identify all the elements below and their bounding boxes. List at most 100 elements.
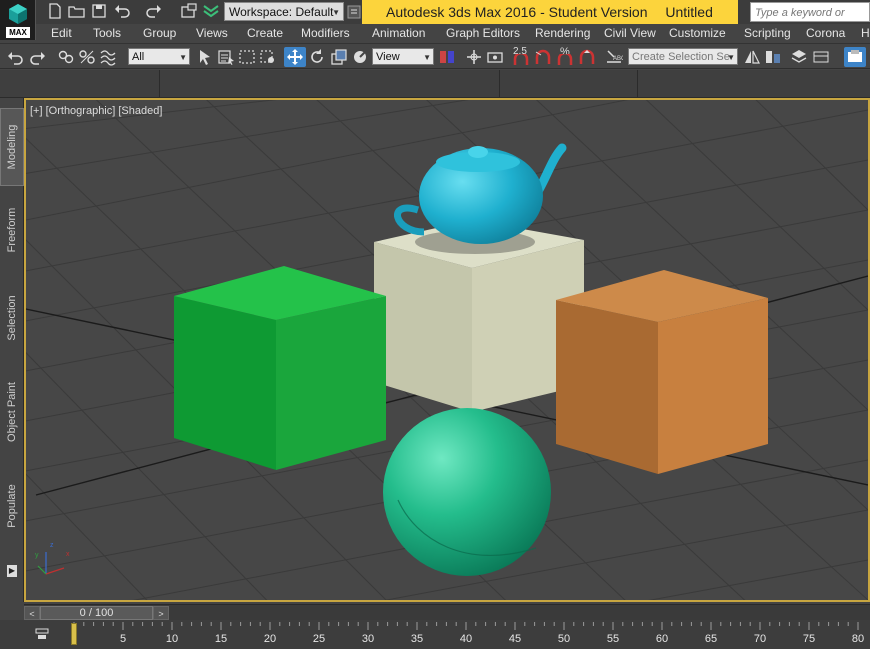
autodesk-a360-icon[interactable] bbox=[202, 3, 220, 19]
layer-explorer-icon[interactable] bbox=[790, 48, 808, 66]
ribbon-panel-edit[interactable] bbox=[500, 70, 638, 97]
menu-group[interactable]: Group bbox=[143, 24, 176, 43]
menu-animation[interactable]: Animation bbox=[372, 24, 425, 43]
main-toolbar: All ▼ View ▼ 2.5 % ABC Create Selection … bbox=[0, 43, 870, 69]
select-rotate-icon[interactable] bbox=[308, 48, 326, 66]
timeline-tick-label: 55 bbox=[606, 633, 620, 645]
ribbon-panel-polygon-modeling[interactable] bbox=[0, 70, 160, 97]
tab-modeling[interactable]: Modeling bbox=[0, 108, 24, 186]
time-slider[interactable]: < 0 / 100 > bbox=[24, 604, 870, 620]
perspective-viewport[interactable]: x z y [+] [Orthographic] [Shaded] bbox=[24, 98, 870, 602]
menu-help[interactable]: H bbox=[861, 24, 870, 43]
named-selection-placeholder: Create Selection Se bbox=[632, 51, 730, 63]
viewport-menu-plus[interactable]: [+] bbox=[30, 105, 43, 117]
spinner-snap-icon[interactable] bbox=[578, 48, 596, 66]
open-file-icon[interactable] bbox=[68, 3, 86, 19]
timeline-ruler[interactable]: 5 10 15 20 25 30 35 40 45 50 55 60 65 70 75 80 bbox=[66, 620, 870, 649]
timeline-tick-label: 70 bbox=[753, 633, 767, 645]
tab-object-paint[interactable]: Object Paint bbox=[0, 366, 24, 458]
application-button[interactable]: MAX bbox=[0, 0, 36, 40]
menu-edit[interactable]: Edit bbox=[51, 24, 72, 43]
edit-named-selection-icon[interactable]: ABC bbox=[605, 48, 623, 66]
redo-icon[interactable] bbox=[145, 3, 163, 19]
ribbon-panel-modify[interactable] bbox=[160, 70, 500, 97]
timeline-tick-label: 20 bbox=[263, 633, 277, 645]
time-slider-thumb[interactable]: 0 / 100 bbox=[40, 606, 153, 620]
track-bar: 5 10 15 20 25 30 35 40 45 50 55 60 65 70 75 80 bbox=[0, 620, 870, 649]
redo-icon[interactable] bbox=[29, 48, 47, 66]
timeline-tick-label: 50 bbox=[557, 633, 571, 645]
current-frame-marker[interactable] bbox=[71, 623, 77, 645]
percent-snap-button[interactable]: % bbox=[556, 46, 574, 66]
timeline-tick-label: 10 bbox=[165, 633, 179, 645]
menu-modifiers[interactable]: Modifiers bbox=[301, 24, 350, 43]
undo-icon[interactable] bbox=[6, 48, 24, 66]
menu-corona[interactable]: Corona bbox=[806, 24, 845, 43]
app-title: Autodesk 3ds Max 2016 - Student Version bbox=[386, 4, 648, 20]
timeline-tick-label: 5 bbox=[119, 633, 127, 645]
align-icon[interactable] bbox=[764, 48, 782, 66]
time-slider-prev-button[interactable]: < bbox=[24, 606, 40, 620]
save-icon[interactable] bbox=[90, 3, 108, 19]
pivot-icon[interactable] bbox=[438, 48, 456, 66]
timeline-tick-label: 80 bbox=[851, 633, 865, 645]
viewport-shading-mode[interactable]: [Shaded] bbox=[118, 105, 162, 117]
3dsmax-logo-icon bbox=[9, 4, 27, 24]
tab-selection[interactable]: Selection bbox=[0, 276, 24, 360]
timeline-tick-label: 45 bbox=[508, 633, 522, 645]
menu-graph-editors[interactable]: Graph Editors bbox=[446, 24, 520, 43]
max-label: MAX bbox=[6, 27, 30, 38]
render-setup-button[interactable] bbox=[844, 47, 866, 67]
link-icon[interactable] bbox=[57, 48, 75, 66]
expand-arrow-icon[interactable]: ▶ bbox=[7, 565, 17, 577]
new-file-icon[interactable] bbox=[46, 3, 64, 19]
search-input[interactable]: Type a keyword or phrase bbox=[750, 2, 870, 39]
undo-icon[interactable] bbox=[113, 3, 131, 19]
menu-tools[interactable]: Tools bbox=[93, 24, 121, 43]
select-move-button[interactable] bbox=[284, 47, 306, 67]
bind-space-warp-icon[interactable] bbox=[99, 48, 117, 66]
workspace-dropdown[interactable]: Workspace: Default ▼ bbox=[224, 2, 344, 21]
menu-scripting[interactable]: Scripting bbox=[744, 24, 791, 43]
menu-rendering[interactable]: Rendering bbox=[535, 24, 590, 43]
ribbon-toggle-icon[interactable] bbox=[812, 48, 830, 66]
axis-tripod bbox=[37, 552, 65, 575]
timeline-tick-label: 15 bbox=[214, 633, 228, 645]
snaps-toggle-button[interactable]: 2.5 bbox=[512, 46, 530, 66]
reference-coordinate-dropdown[interactable]: View ▼ bbox=[372, 48, 434, 65]
menu-views[interactable]: Views bbox=[196, 24, 228, 43]
unlink-icon[interactable] bbox=[78, 48, 96, 66]
rectangular-selection-icon[interactable] bbox=[238, 48, 256, 66]
tab-populate[interactable]: Populate bbox=[0, 464, 24, 548]
project-folder-icon[interactable] bbox=[180, 3, 198, 19]
select-object-icon[interactable] bbox=[196, 48, 214, 66]
box-orange bbox=[556, 270, 768, 474]
percent-snap-icon bbox=[557, 54, 573, 65]
select-by-name-icon[interactable] bbox=[217, 48, 235, 66]
placement-icon[interactable] bbox=[351, 48, 369, 66]
timeline-tick-label: 65 bbox=[704, 633, 718, 645]
time-slider-next-button[interactable]: > bbox=[153, 606, 169, 620]
window-crossing-icon[interactable] bbox=[259, 48, 277, 66]
mini-curve-editor-icon[interactable] bbox=[34, 626, 50, 642]
angle-snap-icon[interactable] bbox=[534, 48, 552, 66]
select-manipulate-icon[interactable] bbox=[465, 48, 483, 66]
named-selection-dropdown[interactable]: Create Selection Se ▼ bbox=[628, 48, 738, 65]
tab-freeform[interactable]: Freeform bbox=[0, 190, 24, 270]
timeline-tick-label: 75 bbox=[802, 633, 816, 645]
viewport-point-of-view[interactable]: [Orthographic] bbox=[46, 105, 116, 117]
keyboard-shortcut-icon[interactable] bbox=[486, 48, 504, 66]
svg-text:ABC: ABC bbox=[613, 56, 623, 62]
mirror-icon[interactable] bbox=[743, 48, 761, 66]
timeline-tick-label: 30 bbox=[361, 633, 375, 645]
menu-customize[interactable]: Customize bbox=[669, 24, 726, 43]
menu-create[interactable]: Create bbox=[247, 24, 283, 43]
menu-civil-view[interactable]: Civil View bbox=[604, 24, 656, 43]
axis-x-label: x bbox=[66, 551, 70, 558]
select-scale-icon[interactable] bbox=[330, 48, 348, 66]
box-green bbox=[174, 266, 386, 470]
snaps-toggle-icon bbox=[513, 54, 529, 65]
select-move-icon bbox=[287, 49, 303, 65]
selection-filter-dropdown[interactable]: All ▼ bbox=[128, 48, 190, 65]
reference-coordinate-value: View bbox=[376, 51, 400, 63]
